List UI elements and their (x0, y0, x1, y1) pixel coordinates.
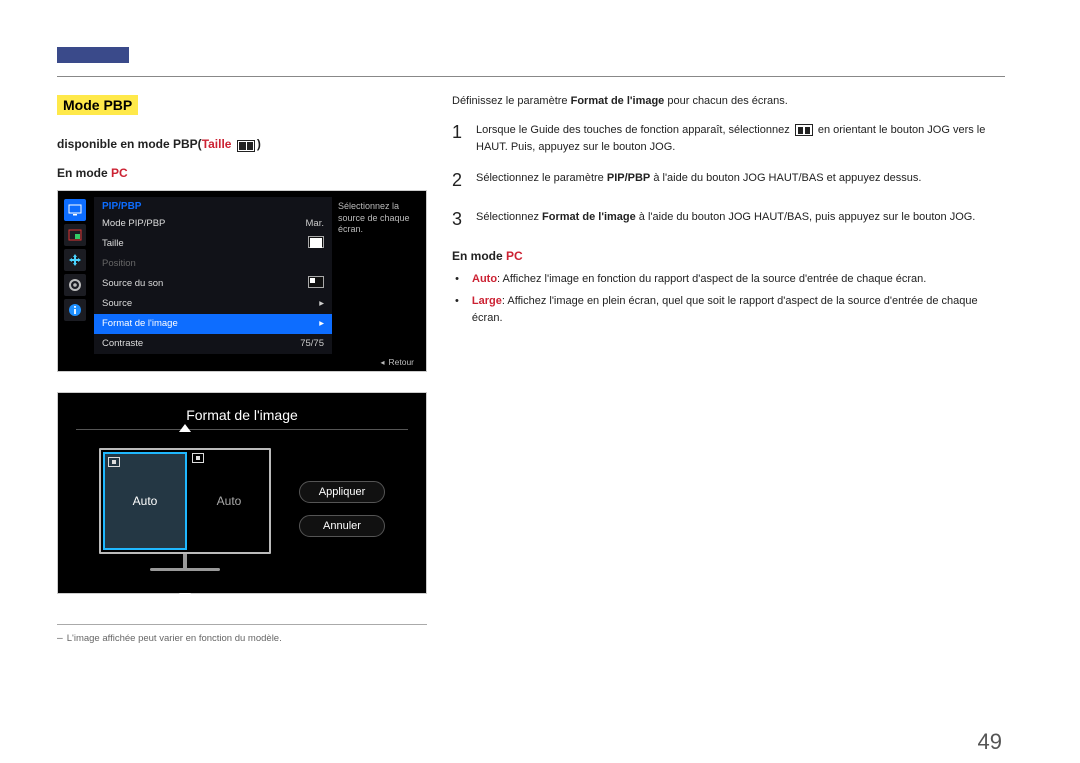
mode-prefix: En mode (452, 249, 506, 263)
intro-b: Format de l'image (571, 95, 665, 107)
step3-c: à l'aide du bouton JOG HAUT/BAS, puis ap… (636, 211, 976, 223)
footnote-dash-icon: ― (57, 633, 63, 644)
apply-button[interactable]: Appliquer (299, 481, 385, 503)
bullet-auto: • Auto: Affichez l'image en fonction du … (452, 271, 1007, 289)
step-body: Sélectionnez le paramètre PIP/PBP à l'ai… (476, 167, 1007, 194)
mode-pc: PC (111, 166, 128, 180)
nav-position-icon[interactable] (64, 249, 86, 271)
osd-help-text: Sélectionnez la source de chaque écran. (332, 197, 420, 354)
osd-row-label: Taille (102, 238, 308, 249)
osd-row-position: Position (94, 254, 332, 274)
screen-left-half[interactable]: Auto (103, 452, 187, 550)
half-indicator-icon (108, 457, 120, 467)
nav-picture-icon[interactable] (64, 199, 86, 221)
osd-row-sound-source[interactable]: Source du son (94, 274, 332, 294)
step-number: 2 (452, 167, 466, 194)
left-column: Mode PBP disponible en mode PBP(Taille )… (57, 95, 427, 644)
back-arrow-icon: ◂ (380, 358, 384, 367)
section-title: Mode PBP (57, 95, 138, 115)
arrow-up-icon[interactable] (179, 424, 191, 432)
intro-a: Définissez le paramètre (452, 95, 571, 107)
bullet-auto-label: Auto (472, 273, 497, 285)
bullet-auto-text: : Affichez l'image en fonction du rappor… (497, 273, 926, 285)
header-divider (57, 76, 1005, 77)
right-column: Définissez le paramètre Format de l'imag… (452, 95, 1007, 332)
screen-left-label: Auto (133, 494, 158, 508)
pbp-layout-icon (308, 236, 324, 251)
dialog-buttons: Appliquer Annuler (299, 481, 385, 537)
step-1: 1 Lorsque le Guide des touches de foncti… (452, 119, 1007, 155)
step2-c: à l'aide du bouton JOG HAUT/BAS et appuy… (650, 172, 921, 184)
subtitle-prefix: disponible en mode PBP( (57, 137, 202, 151)
intro-paragraph: Définissez le paramètre Format de l'imag… (452, 95, 1007, 107)
sound-source-icon (308, 276, 324, 291)
subtitle-taille: Taille (202, 137, 232, 151)
monitor-screen: Auto Auto (99, 448, 271, 554)
step2-b: PIP/PBP (607, 172, 650, 184)
footnote: ― L'image affichée peut varier en fonctio… (57, 624, 427, 644)
step1-a: Lorsque le Guide des touches de fonction… (476, 124, 793, 136)
pbp-size-icon (235, 138, 257, 152)
osd-menu-title: PIP/PBP (94, 197, 332, 214)
osd-row-label: Mode PIP/PBP (102, 218, 306, 229)
osd-nav-rail (64, 197, 90, 354)
mode-prefix: En mode (57, 166, 111, 180)
osd-footer: ◂ Retour (64, 354, 420, 367)
mode-heading-left: En mode PC (57, 166, 427, 180)
step-3: 3 Sélectionnez Format de l'image à l'aid… (452, 206, 1007, 233)
arrow-down-icon[interactable] (179, 593, 191, 601)
osd-row-taille[interactable]: Taille (94, 234, 332, 254)
page-number: 49 (978, 729, 1002, 755)
bullet-large-label: Large (472, 295, 502, 307)
bullet-large-text: : Affichez l'image en plein écran, quel … (472, 295, 978, 325)
osd-row-mode[interactable]: Mode PIP/PBP Mar. (94, 214, 332, 234)
cancel-button[interactable]: Annuler (299, 515, 385, 537)
osd-image-format-dialog: Format de l'image Auto Auto (57, 392, 427, 594)
step-body: Lorsque le Guide des touches de fonction… (476, 119, 1007, 155)
nav-info-icon[interactable] (64, 299, 86, 321)
half-indicator-icon (192, 453, 204, 463)
osd2-title: Format de l'image (58, 393, 426, 429)
chevron-right-icon: ▸ (319, 298, 324, 309)
nav-pip-icon[interactable] (64, 224, 86, 246)
header-accent-bar (57, 47, 129, 63)
chevron-right-icon: ▸ (319, 318, 324, 329)
mode-pc: PC (506, 249, 523, 263)
mode-heading-right: En mode PC (452, 249, 1007, 263)
subtitle-suffix: ) (257, 137, 261, 151)
osd-row-label: Format de l'image (102, 318, 319, 329)
osd-row-label: Source du son (102, 278, 308, 289)
osd-row-image-format[interactable]: Format de l'image ▸ (94, 314, 332, 334)
monitor-preview: Auto Auto (99, 448, 271, 571)
footnote-text: L'image affichée peut varier en fonction… (67, 633, 282, 644)
step-number: 1 (452, 119, 466, 155)
osd-pip-pbp-menu: PIP/PBP Mode PIP/PBP Mar. Taille Positio… (57, 190, 427, 372)
bullet-dot-icon: • (452, 271, 462, 289)
back-label: Retour (388, 357, 414, 367)
osd-row-label: Source (102, 298, 319, 309)
step-body: Sélectionnez Format de l'image à l'aide … (476, 206, 1007, 233)
monitor-base-icon (150, 568, 220, 571)
screen-right-half[interactable]: Auto (189, 450, 269, 552)
bullet-dot-icon: • (452, 293, 462, 328)
step3-a: Sélectionnez (476, 211, 542, 223)
step-2: 2 Sélectionnez le paramètre PIP/PBP à l'… (452, 167, 1007, 194)
monitor-stand-icon (183, 554, 187, 568)
osd-row-value: Mar. (306, 218, 324, 229)
osd-menu-list: PIP/PBP Mode PIP/PBP Mar. Taille Positio… (94, 197, 332, 354)
step3-b: Format de l'image (542, 211, 636, 223)
bullet-large: • Large: Affichez l'image en plein écran… (452, 293, 1007, 328)
osd-row-contrast[interactable]: Contraste 75/75 (94, 334, 332, 354)
intro-c: pour chacun des écrans. (664, 95, 788, 107)
subsection-availability: disponible en mode PBP(Taille ) (57, 137, 427, 152)
step2-a: Sélectionnez le paramètre (476, 172, 607, 184)
menu-grid-icon (795, 124, 813, 136)
osd-row-label: Position (102, 258, 324, 269)
nav-settings-icon[interactable] (64, 274, 86, 296)
step-number: 3 (452, 206, 466, 233)
osd-row-source[interactable]: Source ▸ (94, 294, 332, 314)
osd-row-value: 75/75 (300, 338, 324, 349)
screen-right-label: Auto (217, 494, 242, 508)
osd-row-label: Contraste (102, 338, 300, 349)
